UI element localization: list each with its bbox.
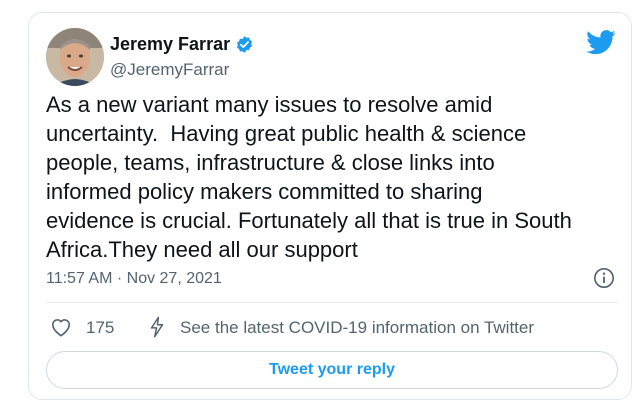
like-count[interactable]: 175 [86, 318, 114, 338]
twitter-bird-icon[interactable] [586, 30, 616, 55]
tweet-timestamp[interactable]: 11:57 AM · Nov 27, 2021 [46, 270, 222, 288]
lightning-bolt-icon [150, 316, 164, 338]
tweet-your-reply-button[interactable]: Tweet your reply [46, 351, 618, 389]
avatar[interactable] [46, 28, 104, 86]
avatar-photo [46, 28, 104, 86]
info-icon[interactable] [593, 267, 615, 289]
covid-info-link[interactable]: See the latest COVID-19 information on T… [180, 318, 534, 338]
tweet-text: As a new variant many issues to resolve … [46, 92, 572, 262]
divider [46, 302, 618, 303]
author-name-row[interactable]: Jeremy Farrar [110, 34, 254, 55]
heart-icon[interactable] [50, 317, 72, 337]
display-name[interactable]: Jeremy Farrar [110, 34, 230, 55]
user-handle[interactable]: @JeremyFarrar [110, 60, 229, 80]
verified-badge-icon [237, 36, 253, 53]
